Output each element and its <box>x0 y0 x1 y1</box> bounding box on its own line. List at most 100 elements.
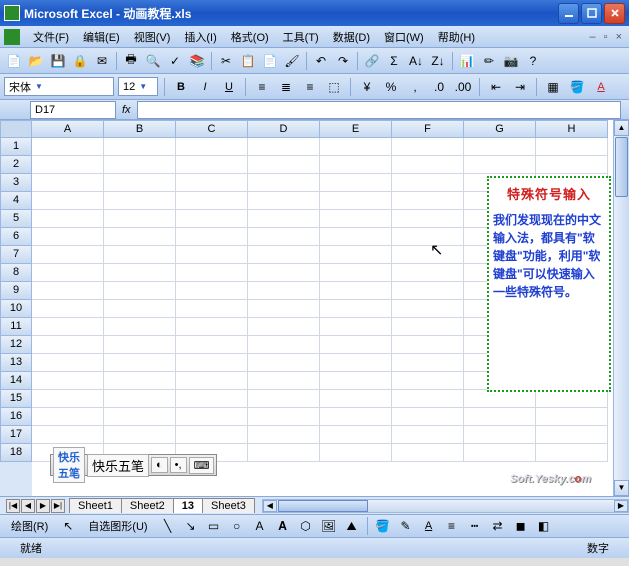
cell[interactable] <box>536 444 608 462</box>
cell[interactable] <box>392 174 464 192</box>
cell[interactable] <box>104 210 176 228</box>
sheet-tab-3[interactable]: 13 <box>173 498 203 513</box>
cell[interactable] <box>392 390 464 408</box>
cell[interactable] <box>176 300 248 318</box>
row-header[interactable]: 10 <box>0 300 32 318</box>
select-arrow-icon[interactable]: ↖ <box>58 516 78 536</box>
paste-icon[interactable]: 📄 <box>260 51 280 71</box>
cell[interactable] <box>32 174 104 192</box>
cell[interactable] <box>392 354 464 372</box>
undo-icon[interactable]: ↶ <box>311 51 331 71</box>
help-icon[interactable]: ? <box>523 51 543 71</box>
app-menu-icon[interactable] <box>4 29 20 45</box>
cell[interactable] <box>248 282 320 300</box>
row-header[interactable]: 2 <box>0 156 32 174</box>
save-icon[interactable]: 💾 <box>48 51 68 71</box>
row-header[interactable]: 17 <box>0 426 32 444</box>
row-header[interactable]: 14 <box>0 372 32 390</box>
cell[interactable] <box>32 390 104 408</box>
cell[interactable] <box>104 408 176 426</box>
cell[interactable] <box>104 264 176 282</box>
cell[interactable] <box>176 138 248 156</box>
cell[interactable] <box>104 246 176 264</box>
menu-data[interactable]: 数据(D) <box>326 27 377 47</box>
cell[interactable] <box>464 408 536 426</box>
autoshapes-menu[interactable]: 自选图形(U) <box>81 516 154 536</box>
camera-icon[interactable]: 📷 <box>501 51 521 71</box>
cell[interactable] <box>392 408 464 426</box>
cell[interactable] <box>104 318 176 336</box>
cell[interactable] <box>320 300 392 318</box>
menu-view[interactable]: 视图(V) <box>127 27 178 47</box>
sheet-tab-1[interactable]: Sheet1 <box>69 498 122 513</box>
fill-icon[interactable]: 🪣 <box>373 516 393 536</box>
fill-color-icon[interactable]: 🪣 <box>567 77 587 97</box>
dash-style-icon[interactable]: ┅ <box>465 516 485 536</box>
cell[interactable] <box>248 444 320 462</box>
col-header[interactable]: G <box>464 120 536 138</box>
rectangle-icon[interactable]: ▭ <box>204 516 224 536</box>
row-header[interactable]: 16 <box>0 408 32 426</box>
cell[interactable] <box>392 156 464 174</box>
open-icon[interactable]: 📂 <box>26 51 46 71</box>
line-color-icon[interactable]: ✎ <box>396 516 416 536</box>
cell[interactable] <box>104 390 176 408</box>
cell[interactable] <box>104 138 176 156</box>
col-header[interactable]: A <box>32 120 104 138</box>
ime-toolbar[interactable]: 快乐五笔 快乐五笔 ◐ •, ⌨ <box>50 454 217 476</box>
scroll-up-icon[interactable]: ▲ <box>614 120 629 136</box>
align-right-icon[interactable]: ≡ <box>300 77 320 97</box>
cell[interactable] <box>320 138 392 156</box>
cell[interactable] <box>464 444 536 462</box>
3d-icon[interactable]: ◧ <box>534 516 554 536</box>
redo-icon[interactable]: ↷ <box>333 51 353 71</box>
merge-icon[interactable]: ⬚ <box>324 77 344 97</box>
cell[interactable] <box>176 246 248 264</box>
menu-insert[interactable]: 插入(I) <box>177 27 223 47</box>
col-header[interactable]: H <box>536 120 608 138</box>
menu-file[interactable]: 文件(F) <box>26 27 76 47</box>
menu-tools[interactable]: 工具(T) <box>276 27 326 47</box>
cell[interactable] <box>392 300 464 318</box>
font-color-icon[interactable]: A <box>591 77 611 97</box>
dec-indent-icon[interactable]: ⇤ <box>486 77 506 97</box>
cell[interactable] <box>176 156 248 174</box>
cell[interactable] <box>536 138 608 156</box>
row-header[interactable]: 4 <box>0 192 32 210</box>
cell[interactable] <box>176 318 248 336</box>
cell[interactable] <box>320 228 392 246</box>
col-header[interactable]: B <box>104 120 176 138</box>
tab-first-icon[interactable]: |◀ <box>6 499 20 513</box>
doc-restore[interactable]: ▫ <box>601 31 611 43</box>
cell[interactable] <box>320 372 392 390</box>
row-header[interactable]: 8 <box>0 264 32 282</box>
cell[interactable] <box>320 210 392 228</box>
cell[interactable] <box>32 228 104 246</box>
cell[interactable] <box>248 354 320 372</box>
cell[interactable] <box>104 354 176 372</box>
vertical-scrollbar[interactable]: ▲ ▼ <box>613 120 629 496</box>
oval-icon[interactable]: ○ <box>227 516 247 536</box>
cell[interactable] <box>320 444 392 462</box>
row-header[interactable]: 7 <box>0 246 32 264</box>
cell[interactable] <box>176 282 248 300</box>
cut-icon[interactable]: ✂ <box>216 51 236 71</box>
cell[interactable] <box>464 426 536 444</box>
tab-prev-icon[interactable]: ◀ <box>21 499 35 513</box>
comma-icon[interactable]: , <box>405 77 425 97</box>
cell[interactable] <box>320 174 392 192</box>
cell[interactable] <box>32 408 104 426</box>
col-header[interactable]: D <box>248 120 320 138</box>
menu-edit[interactable]: 编辑(E) <box>76 27 127 47</box>
cell[interactable] <box>320 408 392 426</box>
cell[interactable] <box>320 246 392 264</box>
cell[interactable] <box>176 174 248 192</box>
currency-icon[interactable]: ¥ <box>357 77 377 97</box>
copy-icon[interactable]: 📋 <box>238 51 258 71</box>
cell[interactable] <box>320 336 392 354</box>
col-header[interactable]: C <box>176 120 248 138</box>
tutorial-textbox[interactable]: 特殊符号输入 我们发现现在的中文输入法，都具有"软键盘"功能，利用"软键盘"可以… <box>487 176 611 392</box>
clipart-icon[interactable]: 🖼 <box>319 516 339 536</box>
fx-icon[interactable]: fx <box>122 104 131 116</box>
row-header[interactable]: 13 <box>0 354 32 372</box>
